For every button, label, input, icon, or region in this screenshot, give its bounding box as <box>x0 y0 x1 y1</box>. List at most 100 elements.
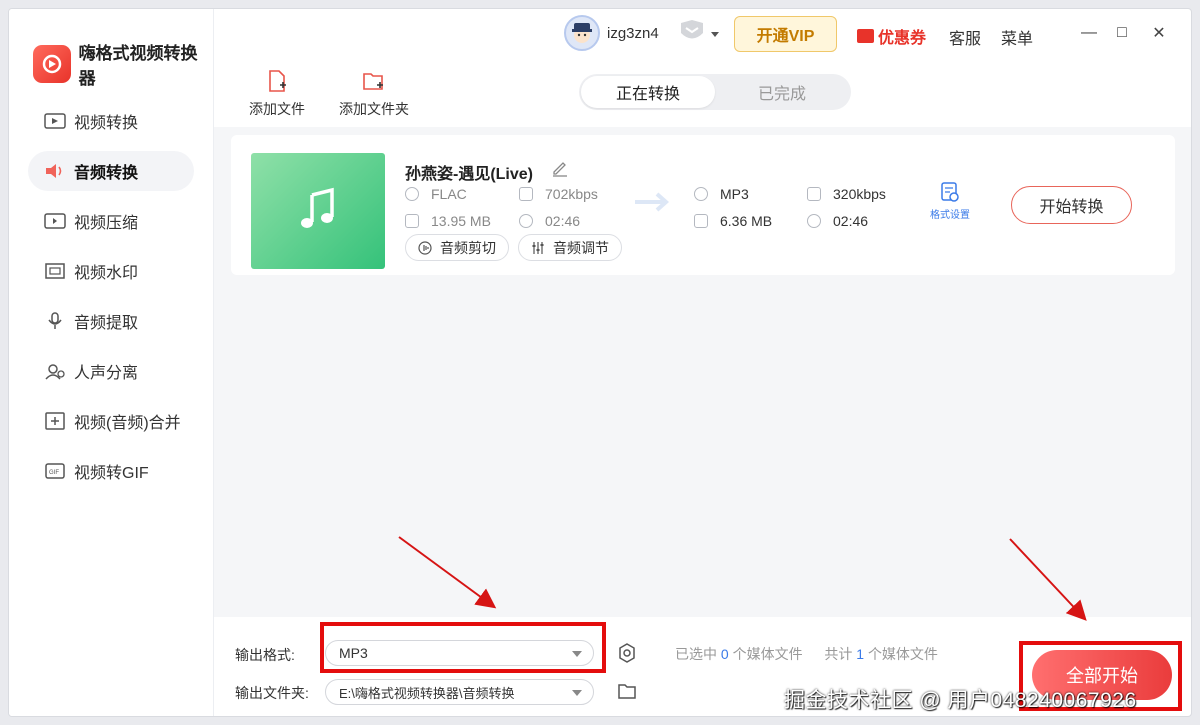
customer-service-link[interactable]: 客服 <box>949 25 981 49</box>
audio-adjust-button[interactable]: 音频调节 <box>518 234 622 261</box>
selection-summary: 已选中 0 个媒体文件 共计 1 个媒体文件 <box>675 644 938 664</box>
selected-prefix: 已选中 <box>675 646 717 662</box>
sidebar-item-video-compress[interactable]: 视频压缩 <box>28 201 194 241</box>
target-format: MP3 <box>694 186 749 202</box>
sidebar-item-label: 视频转换 <box>74 115 139 132</box>
source-size: 13.95 MB <box>405 213 491 229</box>
total-prefix: 共计 <box>824 646 853 662</box>
audio-extract-icon <box>43 311 67 331</box>
video-convert-icon <box>43 111 67 131</box>
bitrate-icon <box>519 187 533 201</box>
audio-convert-icon <box>43 161 67 181</box>
app-window: 嗨格式视频转换器 视频转换 音频转换 视频压缩 视频水印 音频提取 人声分离 视… <box>8 8 1192 717</box>
brand: 嗨格式视频转换器 <box>33 39 213 89</box>
vocal-separate-icon <box>43 361 67 381</box>
video-watermark-icon <box>43 261 67 281</box>
source-format-value: FLAC <box>431 186 467 202</box>
edit-name-icon[interactable] <box>551 159 569 177</box>
target-bitrate: 320kbps <box>807 186 886 202</box>
vip-button[interactable]: 开通VIP <box>734 16 837 52</box>
menu-link[interactable]: 菜单 <box>1001 25 1033 49</box>
source-format: FLAC <box>405 186 467 202</box>
add-file-button[interactable]: 添加文件 <box>237 69 317 119</box>
sidebar-nav: 视频转换 音频转换 视频压缩 视频水印 音频提取 人声分离 视频(音频)合并 G… <box>28 101 194 501</box>
audio-cut-label: 音频剪切 <box>440 239 496 256</box>
format-icon <box>405 187 419 201</box>
format-settings-label: 格式设置 <box>930 210 970 221</box>
sliders-icon <box>531 241 545 255</box>
sidebar-item-label: 视频压缩 <box>74 215 139 232</box>
clock-icon <box>807 214 821 228</box>
selected-suffix: 个媒体文件 <box>732 646 803 662</box>
output-format-label: 输出格式: <box>235 647 295 663</box>
sidebar-item-gif[interactable]: GIF 视频转GIF <box>28 451 194 491</box>
sidebar-item-video-convert[interactable]: 视频转换 <box>28 101 194 141</box>
watermark-text: 掘金技术社区 @ 用户048240067926 <box>784 689 1137 712</box>
start-convert-button[interactable]: 开始转换 <box>1011 186 1132 224</box>
member-badge[interactable] <box>677 19 725 47</box>
sidebar-item-label: 人声分离 <box>74 365 139 382</box>
audio-adjust-label: 音频调节 <box>553 239 609 256</box>
settings-gear-icon[interactable] <box>617 643 637 663</box>
close-button[interactable]: ✕ <box>1149 23 1169 43</box>
add-file-label: 添加文件 <box>249 101 305 117</box>
output-folder-select[interactable]: E:\嗨格式视频转换器\音频转换 <box>325 679 594 705</box>
file-list: 孙燕姿-遇见(Live) FLAC 702kbps 13.95 MB 02:46 <box>214 127 1191 617</box>
coupon-label: 优惠券 <box>878 30 927 47</box>
clock-icon <box>519 214 533 228</box>
sidebar: 嗨格式视频转换器 视频转换 音频转换 视频压缩 视频水印 音频提取 人声分离 视… <box>9 9 214 716</box>
target-duration: 02:46 <box>807 213 868 229</box>
sidebar-item-label: 视频(音频)合并 <box>74 415 181 432</box>
format-settings-icon <box>939 181 961 203</box>
target-bitrate-value: 320kbps <box>833 186 886 202</box>
sidebar-item-vocal-separate[interactable]: 人声分离 <box>28 351 194 391</box>
avatar[interactable] <box>564 15 600 51</box>
total-count: 1 <box>856 646 865 662</box>
app-logo-icon <box>33 45 71 83</box>
selected-count: 0 <box>720 646 729 662</box>
target-size-value: 6.36 MB <box>720 213 773 229</box>
source-size-value: 13.95 MB <box>431 213 491 229</box>
output-folder-label: 输出文件夹: <box>235 685 309 701</box>
annotation-box-format <box>320 622 606 673</box>
tab-converting[interactable]: 正在转换 <box>581 76 715 108</box>
chevron-down-icon <box>572 690 582 696</box>
format-settings-button[interactable]: 格式设置 <box>924 181 976 221</box>
coupon-button[interactable]: 优惠券 <box>857 24 926 48</box>
audio-cut-button[interactable]: 音频剪切 <box>405 234 509 261</box>
maximize-button[interactable]: □ <box>1112 23 1132 43</box>
minimize-button[interactable]: — <box>1079 23 1099 43</box>
add-folder-label: 添加文件夹 <box>339 101 409 117</box>
source-bitrate-value: 702kbps <box>545 186 598 202</box>
file-card: 孙燕姿-遇见(Live) FLAC 702kbps 13.95 MB 02:46 <box>231 135 1175 275</box>
file-size-icon <box>694 214 708 228</box>
add-file-icon <box>265 69 289 93</box>
format-icon <box>694 187 708 201</box>
sidebar-item-video-watermark[interactable]: 视频水印 <box>28 251 194 291</box>
sidebar-item-merge[interactable]: 视频(音频)合并 <box>28 401 194 441</box>
sidebar-item-label: 视频转GIF <box>74 465 149 482</box>
convert-arrow-icon <box>633 191 671 213</box>
tab-completed[interactable]: 已完成 <box>715 76 849 108</box>
audio-thumbnail <box>251 153 385 269</box>
target-duration-value: 02:46 <box>833 213 869 229</box>
sidebar-item-label: 视频水印 <box>74 265 139 282</box>
username[interactable]: izg3zn4 <box>607 25 659 42</box>
source-duration-value: 02:46 <box>545 213 581 229</box>
video-compress-icon <box>43 211 67 231</box>
ticket-icon <box>857 29 874 43</box>
file-size-icon <box>405 214 419 228</box>
sidebar-item-audio-extract[interactable]: 音频提取 <box>28 301 194 341</box>
target-format-value: MP3 <box>720 186 749 202</box>
gif-icon: GIF <box>43 461 67 481</box>
open-folder-icon[interactable] <box>617 682 637 700</box>
source-bitrate: 702kbps <box>519 186 598 202</box>
sidebar-item-label: 音频转换 <box>74 165 139 182</box>
sidebar-item-audio-convert[interactable]: 音频转换 <box>28 151 194 191</box>
status-tabs: 正在转换 已完成 <box>579 74 851 110</box>
source-duration: 02:46 <box>519 213 580 229</box>
target-size: 6.36 MB <box>694 213 772 229</box>
svg-text:GIF: GIF <box>49 470 59 476</box>
sidebar-item-label: 音频提取 <box>74 315 139 332</box>
add-folder-button[interactable]: 添加文件夹 <box>334 69 414 119</box>
